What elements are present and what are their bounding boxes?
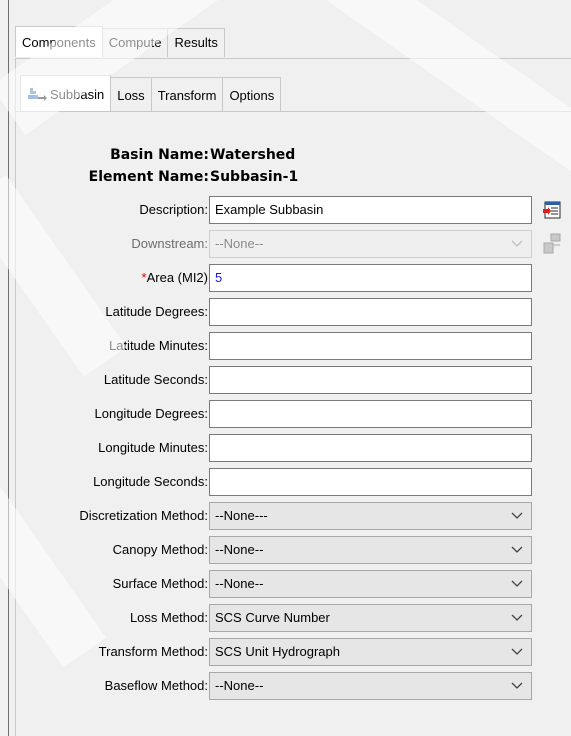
- chevron-down-icon: [511, 537, 523, 563]
- tab-results[interactable]: Results: [168, 28, 225, 57]
- loss-method-label: Loss Method:: [129, 610, 208, 625]
- latitude-seconds-row: Latitude Seconds:: [16, 366, 571, 394]
- chevron-down-icon: [511, 673, 523, 699]
- chevron-down-icon: [511, 605, 523, 631]
- tab-options[interactable]: Options: [223, 77, 282, 111]
- transform-method-row: Transform Method: SCS Unit Hydrograph: [16, 638, 571, 666]
- description-input[interactable]: Example Subbasin: [209, 196, 532, 224]
- latitude-degrees-label: Latitude Degrees:: [105, 304, 208, 319]
- loss-method-row: Loss Method: SCS Curve Number: [16, 604, 571, 632]
- longitude-seconds-row: Longitude Seconds:: [16, 468, 571, 496]
- baseflow-method-row: Baseflow Method: --None--: [16, 672, 571, 700]
- longitude-minutes-row: Longitude Minutes:: [16, 434, 571, 462]
- edit-description-icon[interactable]: [542, 200, 562, 220]
- transform-method-label: Transform Method:: [98, 644, 208, 659]
- tab-subbasin[interactable]: Subbasin: [20, 75, 112, 111]
- element-name-row: Element Name: Subbasin-1: [16, 169, 571, 187]
- surface-method-row: Surface Method: --None--: [16, 570, 571, 598]
- surface-method-select[interactable]: --None--: [209, 570, 532, 598]
- baseflow-method-label: Baseflow Method:: [104, 678, 208, 693]
- chevron-down-icon: [511, 639, 523, 665]
- latitude-degrees-row: Latitude Degrees:: [16, 298, 571, 326]
- latitude-minutes-label: Latitude Minutes:: [108, 338, 208, 353]
- basin-name-row: Basin Name: Watershed: [16, 147, 571, 165]
- description-row: Description: Example Subbasin: [16, 196, 571, 224]
- components-panel: Subbasin Loss Transform Options Basin Na…: [15, 58, 571, 736]
- canopy-method-select[interactable]: --None--: [209, 536, 532, 564]
- basin-name-value: Watershed: [210, 147, 296, 163]
- area-label-text: Area (MI2): [146, 270, 208, 285]
- longitude-minutes-input[interactable]: [209, 434, 532, 462]
- subbasin-icon: [27, 87, 47, 101]
- longitude-seconds-input[interactable]: [209, 468, 532, 496]
- tab-loss[interactable]: Loss: [111, 77, 152, 111]
- longitude-seconds-label: Longitude Seconds:: [93, 474, 208, 489]
- transform-method-value: SCS Unit Hydrograph: [215, 644, 340, 659]
- area-row: *Area (MI2) 5: [16, 264, 571, 292]
- surface-method-label: Surface Method:: [112, 576, 208, 591]
- tab-divider: [16, 111, 571, 112]
- tab-components[interactable]: Components: [15, 26, 103, 57]
- baseflow-method-select[interactable]: --None--: [209, 672, 532, 700]
- surface-method-value: --None--: [215, 576, 264, 591]
- latitude-minutes-input[interactable]: [209, 332, 532, 360]
- baseflow-method-value: --None--: [215, 678, 264, 693]
- main-tab-bar: Components Compute Results: [15, 26, 225, 58]
- latitude-minutes-row: Latitude Minutes:: [16, 332, 571, 360]
- subbasin-tab-bar: Subbasin Loss Transform Options: [20, 75, 282, 111]
- longitude-degrees-row: Longitude Degrees:: [16, 400, 571, 428]
- element-name-value: Subbasin-1: [210, 169, 299, 185]
- transform-method-select[interactable]: SCS Unit Hydrograph: [209, 638, 532, 666]
- loss-method-value: SCS Curve Number: [215, 610, 330, 625]
- tab-transform[interactable]: Transform: [151, 77, 224, 111]
- downstream-label: Downstream:: [131, 236, 208, 251]
- latitude-seconds-input[interactable]: [209, 366, 532, 394]
- discretization-method-select[interactable]: --None---: [209, 502, 532, 530]
- downstream-value: --None--: [215, 236, 264, 251]
- loss-method-select[interactable]: SCS Curve Number: [209, 604, 532, 632]
- chevron-down-icon: [511, 503, 523, 529]
- basin-name-label: Basin Name:: [110, 147, 209, 163]
- area-input[interactable]: 5: [209, 264, 532, 292]
- discretization-method-value: --None---: [215, 508, 268, 523]
- discretization-method-label: Discretization Method:: [79, 508, 208, 523]
- area-label: *Area (MI2): [142, 264, 208, 292]
- element-name-label: Element Name:: [88, 169, 209, 185]
- discretization-method-row: Discretization Method: --None---: [16, 502, 571, 530]
- chevron-down-icon: [511, 571, 523, 597]
- window-border: [8, 0, 9, 736]
- downstream-row: Downstream: --None--: [16, 230, 571, 258]
- canopy-method-value: --None--: [215, 542, 264, 557]
- tab-compute[interactable]: Compute: [102, 28, 169, 57]
- canopy-method-row: Canopy Method: --None--: [16, 536, 571, 564]
- select-element-icon[interactable]: [542, 233, 562, 254]
- latitude-degrees-input[interactable]: [209, 298, 532, 326]
- longitude-degrees-input[interactable]: [209, 400, 532, 428]
- downstream-select[interactable]: --None--: [209, 230, 532, 258]
- latitude-seconds-label: Latitude Seconds:: [103, 372, 208, 387]
- description-label: Description:: [139, 202, 208, 217]
- chevron-down-icon: [511, 231, 523, 257]
- tab-subbasin-label: Subbasin: [50, 87, 105, 102]
- longitude-degrees-label: Longitude Degrees:: [94, 406, 208, 421]
- longitude-minutes-label: Longitude Minutes:: [98, 440, 208, 455]
- canopy-method-label: Canopy Method:: [112, 542, 208, 557]
